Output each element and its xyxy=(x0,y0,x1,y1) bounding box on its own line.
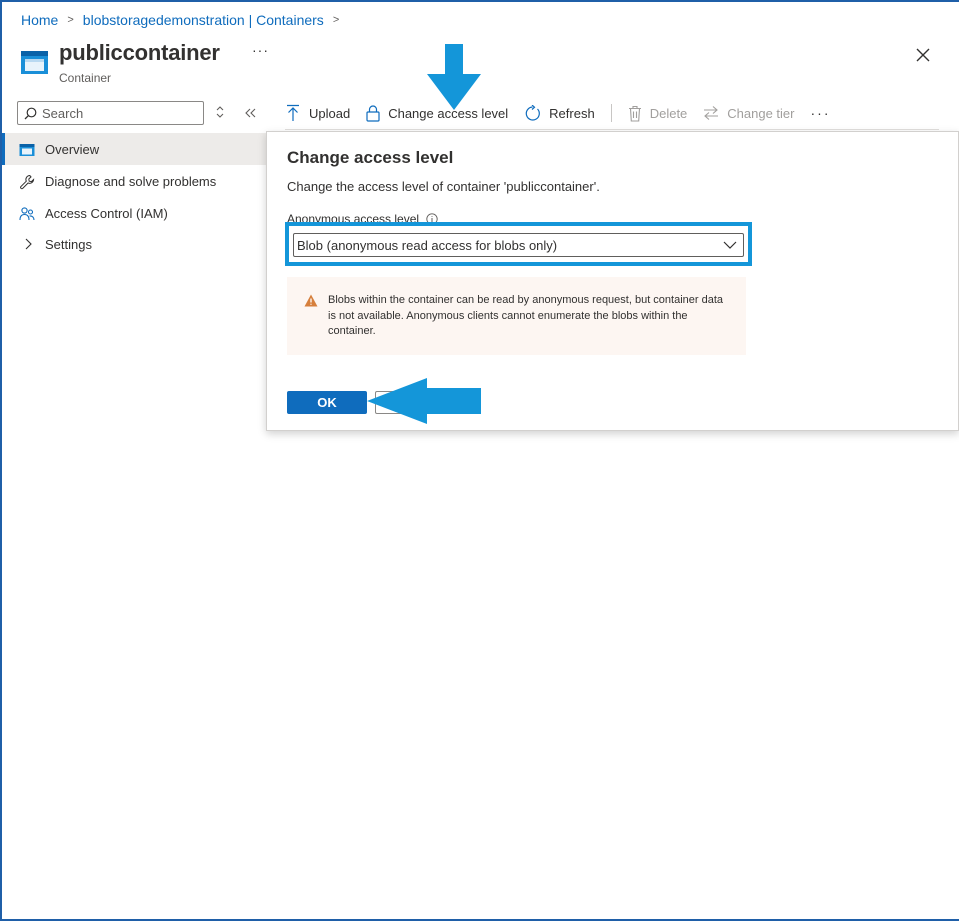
container-resource-icon xyxy=(21,51,48,74)
more-actions-icon[interactable]: ··· xyxy=(252,42,269,58)
chevron-right-icon xyxy=(25,238,32,250)
access-level-dropdown[interactable]: Blob (anonymous read access for blobs on… xyxy=(293,233,744,257)
warning-text: Blobs within the container can be read b… xyxy=(328,294,724,337)
annotation-arrow-down-icon xyxy=(427,44,481,110)
refresh-button[interactable]: Refresh xyxy=(524,104,595,122)
chevron-down-icon xyxy=(723,241,737,249)
upload-label: Upload xyxy=(309,105,351,121)
trash-icon xyxy=(628,105,641,122)
delete-label: Delete xyxy=(649,105,688,121)
refresh-icon xyxy=(525,104,541,121)
sidebar-item-label: Access Control (IAM) xyxy=(45,205,168,221)
lock-icon xyxy=(366,104,380,122)
search-input[interactable] xyxy=(42,105,192,121)
toolbar-divider xyxy=(610,104,612,122)
annotation-arrow-left-icon xyxy=(367,378,481,424)
delete-button[interactable]: Delete xyxy=(628,105,688,122)
breadcrumb: Home > blobstoragedemonstration | Contai… xyxy=(21,12,348,28)
dialog-description: Change the access level of container 'pu… xyxy=(287,179,600,194)
toolbar-divider-line xyxy=(285,129,939,130)
close-icon[interactable] xyxy=(913,45,933,65)
chevron-right-icon: > xyxy=(67,14,74,26)
page-title: publiccontainer xyxy=(59,40,220,65)
container-icon xyxy=(19,144,35,156)
swap-arrows-icon xyxy=(704,106,719,120)
search-box[interactable] xyxy=(17,101,204,125)
breadcrumb-home-link[interactable]: Home xyxy=(21,12,58,28)
search-icon xyxy=(24,107,37,119)
upload-icon xyxy=(287,104,299,121)
warning-message: Blobs within the container can be read b… xyxy=(287,277,746,355)
change-tier-label: Change tier xyxy=(727,105,795,121)
access-level-selected-value: Blob (anonymous read access for blobs on… xyxy=(297,237,558,253)
breadcrumb-containers-link[interactable]: blobstoragedemonstration | Containers xyxy=(83,12,324,28)
wrench-icon xyxy=(20,174,35,190)
sidebar-item-label: Settings xyxy=(45,236,92,252)
ok-button[interactable]: OK xyxy=(287,391,367,414)
sidebar-item-settings[interactable]: Settings xyxy=(2,228,267,260)
sort-updown-icon[interactable] xyxy=(214,105,226,119)
warning-icon xyxy=(304,294,318,307)
more-commands-icon[interactable]: ··· xyxy=(811,105,831,121)
sidebar-item-label: Overview xyxy=(45,141,100,157)
collapse-sidebar-icon[interactable] xyxy=(243,106,257,120)
chevron-right-icon: > xyxy=(332,14,340,26)
sidebar-item-overview[interactable]: Overview xyxy=(2,133,267,165)
sidebar-item-diagnose[interactable]: Diagnose and solve problems xyxy=(2,165,267,197)
refresh-label: Refresh xyxy=(549,105,595,121)
upload-button[interactable]: Upload xyxy=(285,104,350,122)
sidebar-item-access-control[interactable]: Access Control (IAM) xyxy=(2,197,267,229)
people-icon xyxy=(19,207,35,221)
page-subtitle: Container xyxy=(59,71,112,85)
dialog-title: Change access level xyxy=(287,148,454,167)
change-tier-button[interactable]: Change tier xyxy=(703,105,795,121)
sidebar-item-label: Diagnose and solve problems xyxy=(45,173,217,189)
command-bar: Upload Change access level Refresh Delet… xyxy=(285,98,831,128)
